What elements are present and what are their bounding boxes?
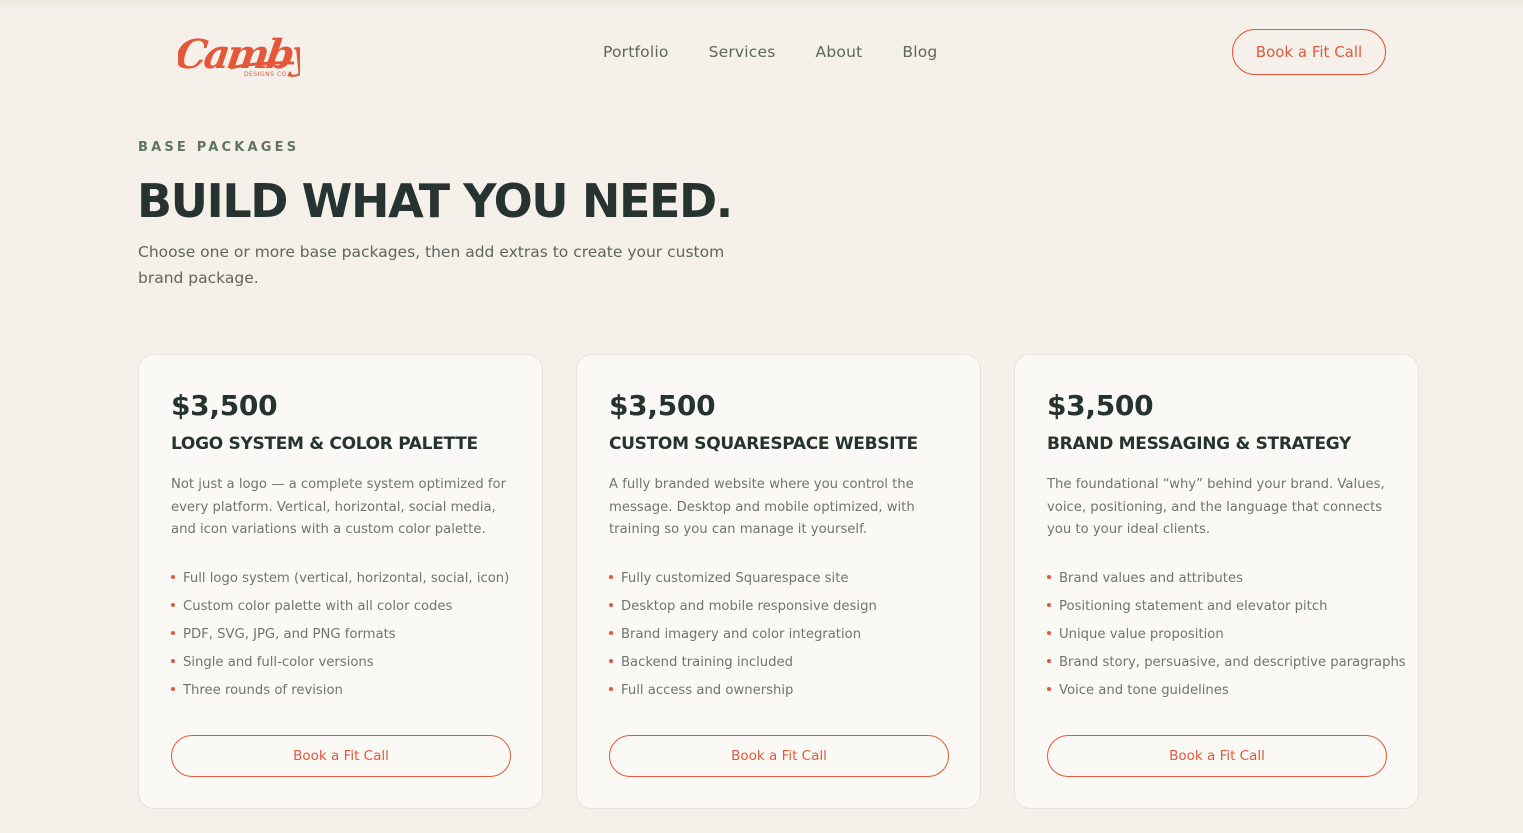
book-call-button-messaging[interactable]: Book a Fit Call — [1047, 735, 1387, 777]
nav-item-portfolio[interactable]: Portfolio — [603, 42, 669, 62]
package-title: LOGO SYSTEM & COLOR PALETTE — [171, 434, 478, 454]
site-header: Camby DESIGNS CO. Portfolio Services Abo… — [0, 0, 1523, 105]
page-title: BUILD WHAT YOU NEED. — [137, 174, 733, 228]
main-nav: Portfolio Services About Blog — [603, 42, 977, 62]
feature-text: Positioning statement and elevator pitch — [1059, 598, 1328, 614]
bullet-dot-icon — [1047, 602, 1051, 607]
package-title: CUSTOM SQUARESPACE WEBSITE — [609, 434, 918, 454]
bullet-dot-icon — [171, 602, 175, 607]
feature-text: Custom color palette with all color code… — [183, 598, 453, 614]
nav-item-about[interactable]: About — [816, 42, 863, 62]
intro-text: Choose one or more base packages, then a… — [138, 243, 725, 287]
feature-text: PDF, SVG, JPG, and PNG formats — [183, 626, 396, 642]
feature-item: Full logo system (vertical, horizontal, … — [171, 565, 510, 593]
feature-item: Brand story, persuasive, and descriptive… — [1047, 649, 1406, 677]
package-title: BRAND MESSAGING & STRATEGY — [1047, 434, 1352, 454]
bullet-dot-icon — [1047, 658, 1051, 663]
feature-item: Single and full-color versions — [171, 649, 510, 677]
header-book-call-button[interactable]: Book a Fit Call — [1232, 29, 1386, 75]
nav-item-blog[interactable]: Blog — [902, 42, 937, 62]
bullet-dot-icon — [171, 686, 175, 691]
book-call-button-logo[interactable]: Book a Fit Call — [171, 735, 511, 777]
feature-item: Backend training included — [609, 649, 948, 677]
feature-item: Brand values and attributes — [1047, 565, 1386, 593]
feature-text: Voice and tone guidelines — [1059, 682, 1229, 698]
package-description: Not just a logo — a complete system opti… — [171, 477, 507, 537]
feature-item: PDF, SVG, JPG, and PNG formats — [171, 621, 510, 649]
bullet-dot-icon — [1047, 630, 1051, 635]
bullet-dot-icon — [609, 686, 613, 691]
brand-logo[interactable]: Camby DESIGNS CO. — [178, 22, 300, 82]
logo-subtext: DESIGNS CO. — [244, 71, 289, 78]
bullet-dot-icon — [171, 630, 175, 635]
package-price: $3,500 — [609, 389, 716, 422]
feature-item: Positioning statement and elevator pitch — [1047, 593, 1386, 621]
feature-item: Desktop and mobile responsive design — [609, 593, 948, 621]
feature-item: Fully customized Squarespace site — [609, 565, 948, 593]
package-card-website: $3,500 CUSTOM SQUARESPACE WEBSITE A full… — [576, 354, 981, 809]
feature-item: Unique value proposition — [1047, 621, 1386, 649]
package-card-logo: $3,500 LOGO SYSTEM & COLOR PALETTE Not j… — [138, 354, 543, 809]
feature-list: Full logo system (vertical, horizontal, … — [171, 565, 510, 705]
logo-wordmark-graphic: Camby DESIGNS CO. — [178, 31, 300, 78]
bullet-dot-icon — [609, 574, 613, 579]
feature-list: Brand values and attributes Positioning … — [1047, 565, 1406, 705]
feature-text: Unique value proposition — [1059, 626, 1224, 642]
feature-text: Full access and ownership — [621, 682, 794, 698]
bullet-dot-icon — [171, 658, 175, 663]
feature-item: Voice and tone guidelines — [1047, 677, 1386, 705]
bullet-dot-icon — [171, 574, 175, 579]
feature-item: Full access and ownership — [609, 677, 948, 705]
bullet-dot-icon — [1047, 574, 1051, 579]
bullet-dot-icon — [609, 602, 613, 607]
feature-text: Desktop and mobile responsive design — [621, 598, 877, 614]
nav-item-services[interactable]: Services — [709, 42, 776, 62]
package-price: $3,500 — [1047, 389, 1154, 422]
package-cards: $3,500 LOGO SYSTEM & COLOR PALETTE Not j… — [138, 354, 1419, 809]
feature-text: Brand imagery and color integration — [621, 626, 862, 642]
bullet-dot-icon — [609, 630, 613, 635]
feature-item: Brand imagery and color integration — [609, 621, 948, 649]
book-call-button-website[interactable]: Book a Fit Call — [609, 735, 949, 777]
package-price: $3,500 — [171, 389, 278, 422]
bullet-dot-icon — [1047, 686, 1051, 691]
feature-list: Fully customized Squarespace site Deskto… — [609, 565, 948, 705]
feature-text: Single and full-color versions — [183, 654, 374, 670]
feature-item: Three rounds of revision — [171, 677, 510, 705]
package-description: A fully branded website where you contro… — [609, 477, 915, 537]
feature-text: Backend training included — [621, 654, 794, 670]
feature-text: Three rounds of revision — [183, 682, 343, 698]
feature-text: Full logo system (vertical, horizontal, … — [183, 570, 510, 586]
bullet-dot-icon — [609, 658, 613, 663]
feature-text: Brand story, persuasive, and descriptive… — [1059, 654, 1406, 670]
feature-text: Fully customized Squarespace site — [621, 570, 849, 586]
feature-item: Custom color palette with all color code… — [171, 593, 510, 621]
feature-text: Brand values and attributes — [1059, 570, 1243, 586]
package-description: The foundational “why” behind your brand… — [1047, 477, 1385, 537]
section-eyebrow: BASE PACKAGES — [138, 140, 300, 155]
package-card-messaging: $3,500 BRAND MESSAGING & STRATEGY The fo… — [1014, 354, 1419, 809]
